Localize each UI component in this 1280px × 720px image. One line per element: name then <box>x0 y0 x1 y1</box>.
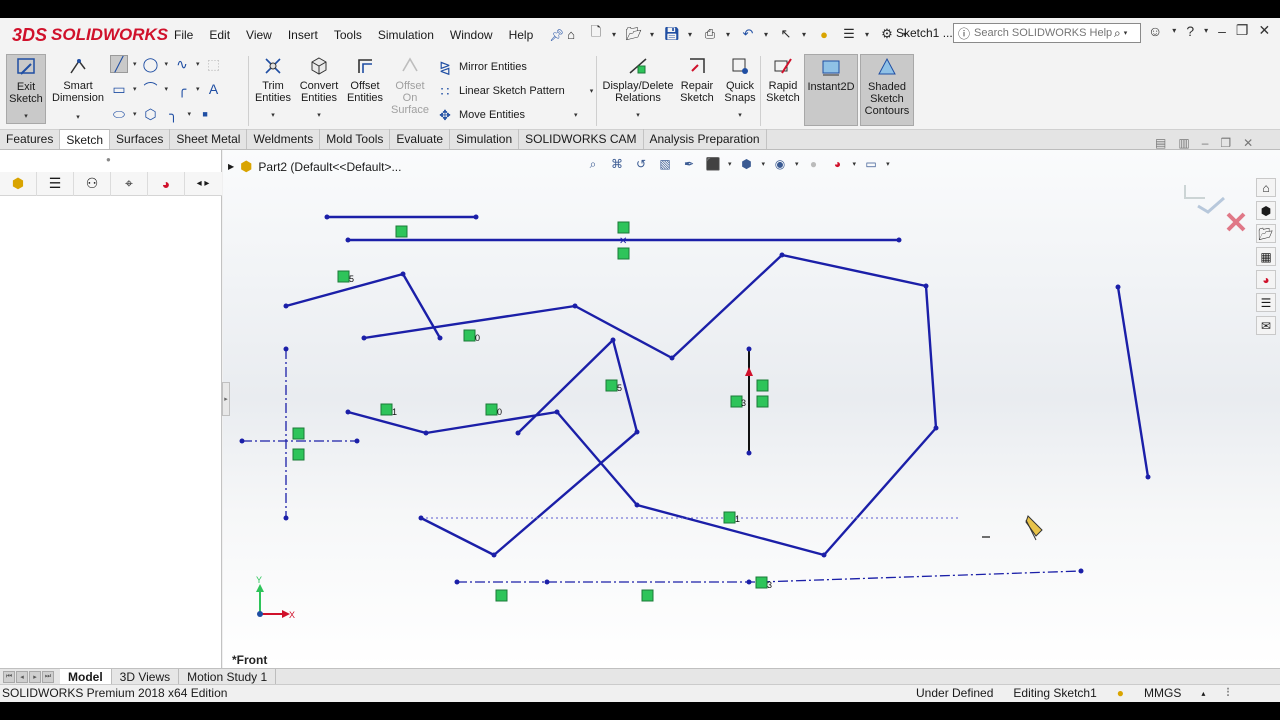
horizontal-relation-icon[interactable] <box>641 589 654 602</box>
triad-y-label: Y <box>256 575 262 585</box>
editing-mode-status: Editing Sketch1 <box>1013 686 1097 700</box>
relation-label: 3 <box>741 398 746 408</box>
relation-label: 3 <box>767 580 772 590</box>
midpoint-relation-icon[interactable] <box>617 221 630 234</box>
horizontal-relation-icon[interactable] <box>292 448 305 461</box>
vertical-relation-icon[interactable] <box>292 427 305 440</box>
next-tab-icon[interactable]: ▸ <box>29 670 41 683</box>
line-cursor-icon <box>982 515 1043 541</box>
relation-label: 5 <box>349 274 354 284</box>
tab-model[interactable]: Model <box>60 668 112 685</box>
parallel-relation-icon[interactable] <box>337 270 350 283</box>
relation-label: 0 <box>497 407 502 417</box>
sketch-canvas: ✕ 5 0 1 0 5 3 1 3 Y X <box>239 214 1151 620</box>
sketch-definition-status: Under Defined <box>916 686 994 700</box>
parallel-relation-icon[interactable] <box>463 329 476 342</box>
units-status[interactable]: MMGS <box>1134 686 1191 700</box>
parallel-relation-icon[interactable] <box>380 403 393 416</box>
coincident-relation-icon[interactable] <box>755 576 768 589</box>
relation-label: 1 <box>735 514 740 524</box>
edition-label: SOLIDWORKS Premium 2018 x64 Edition <box>2 686 228 700</box>
view-orientation-label: *Front <box>232 653 268 667</box>
first-tab-icon[interactable]: ⏮︎ <box>3 670 15 683</box>
bottom-tab-bar: ⏮︎ ◂ ▸ ⏭︎ Model 3D Views Motion Study 1 <box>0 668 1280 685</box>
relation-label: 1 <box>392 407 397 417</box>
relation-label: 5 <box>617 383 622 393</box>
tab-3d-views[interactable]: 3D Views <box>112 668 180 685</box>
vertical-relation-icon[interactable] <box>756 395 769 408</box>
midpoint-marker: ✕ <box>619 236 627 247</box>
parallel-relation-icon[interactable] <box>605 379 618 392</box>
perpendicular-relation-icon[interactable] <box>756 379 769 392</box>
sketch-polyline[interactable] <box>284 272 442 340</box>
horizontal-relation-icon[interactable] <box>395 225 408 238</box>
status-fields: Under Defined Editing Sketch1 ● MMGS ▴ ⠇ <box>906 686 1244 700</box>
triad-x-label: X <box>289 610 295 620</box>
horizontal-relation-icon[interactable] <box>617 247 630 260</box>
tab-scroll-arrows: ⏮︎ ◂ ▸ ⏭︎ <box>3 670 54 683</box>
tab-motion-study-1[interactable]: Motion Study 1 <box>179 668 277 685</box>
bottom-letterbox <box>0 702 1280 720</box>
coordinate-triad: Y X <box>256 575 295 620</box>
solidworks-window: 3DS SOLIDWORKS File Edit View Insert Too… <box>0 0 1280 720</box>
centerline[interactable] <box>759 570 1082 583</box>
parallel-relation-icon[interactable] <box>485 403 498 416</box>
direction-arrow-icon <box>745 367 753 376</box>
rebuild-indicator-icon[interactable]: ● <box>1107 686 1134 700</box>
horizontal-relation-icon[interactable] <box>495 589 508 602</box>
sketch-polyline[interactable] <box>346 253 938 557</box>
relation-label: 0 <box>475 333 480 343</box>
resize-grip-icon[interactable]: ⠇ <box>1215 686 1244 700</box>
last-tab-icon[interactable]: ⏭︎ <box>42 670 54 683</box>
parallel-relation-icon[interactable] <box>723 511 736 524</box>
sketch-polyline[interactable] <box>419 338 639 557</box>
sketch-line[interactable] <box>1116 285 1150 479</box>
prev-tab-icon[interactable]: ◂ <box>16 670 28 683</box>
chevron-up-icon[interactable]: ▴ <box>1191 689 1215 698</box>
